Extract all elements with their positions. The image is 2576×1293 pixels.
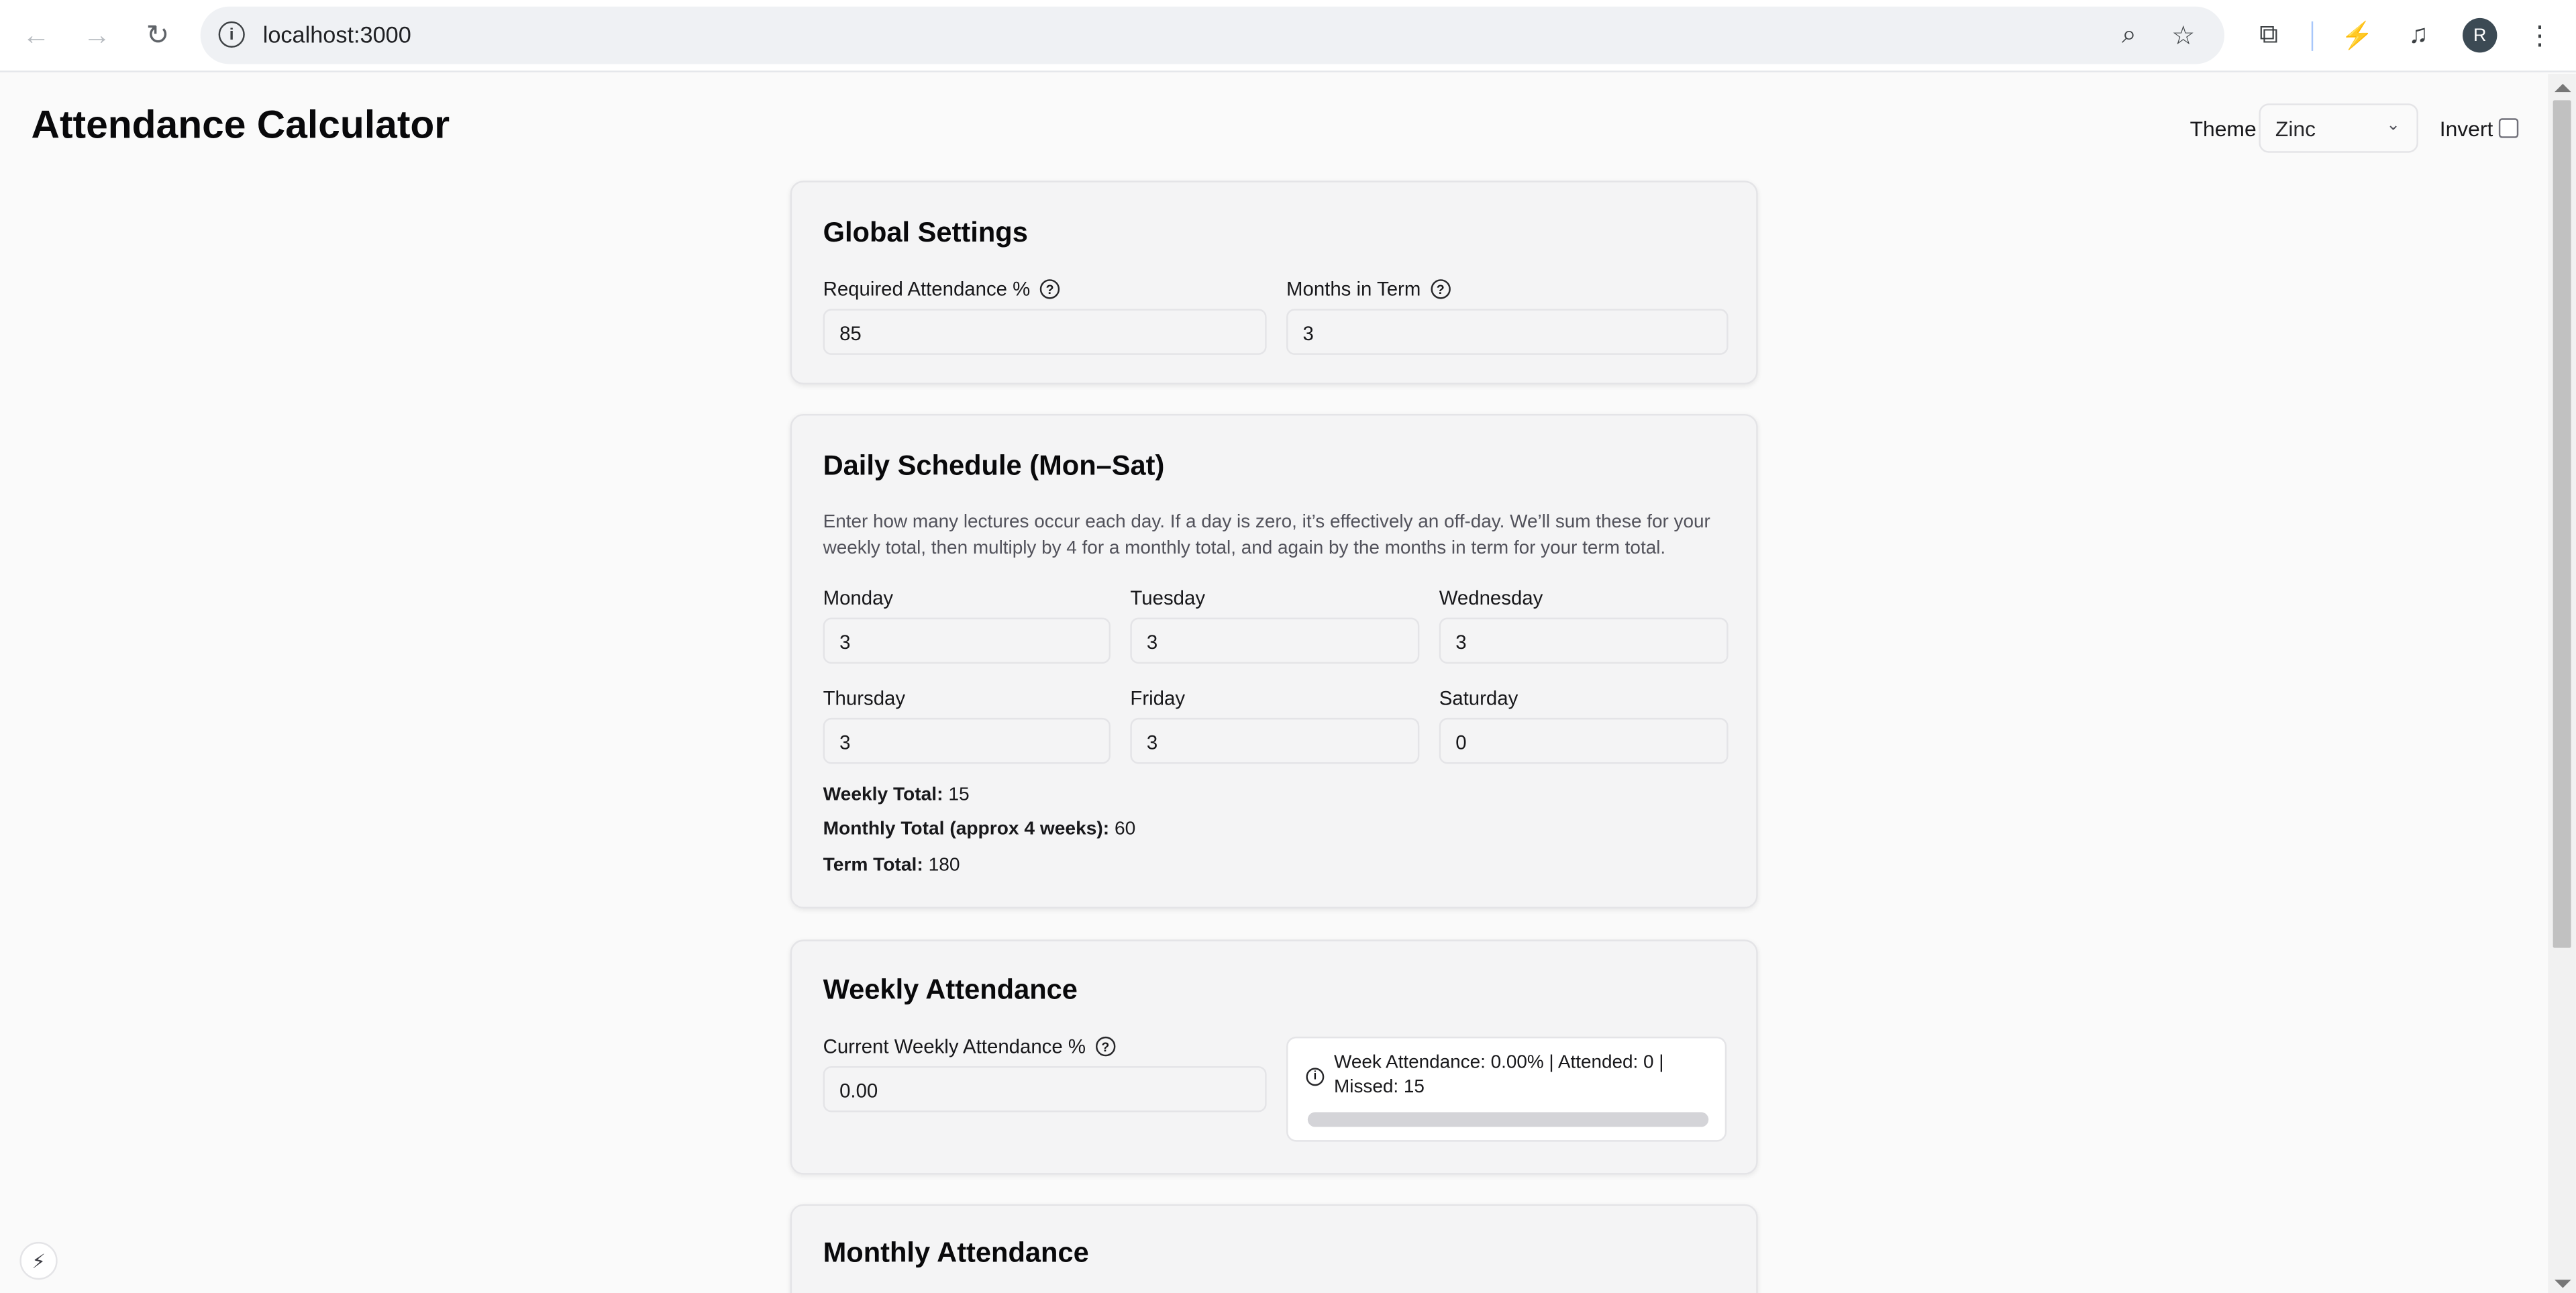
day-label-saturday: Saturday [1439,686,1518,710]
chevron-down-icon: ⌄ [2386,116,2400,135]
monthly-total-value: 60 [1115,819,1136,840]
zoom-icon[interactable]: ⌕ [2113,19,2146,52]
url-text[interactable]: localhost:3000 [263,21,411,48]
term-total: Term Total: 180 [823,856,960,876]
term-total-label: Term Total: [823,856,923,876]
scrollbar-thumb[interactable] [2553,100,2571,948]
back-arrow-icon[interactable]: ← [18,18,54,54]
media-controls-icon[interactable]: ♫ [2400,18,2436,54]
bookmark-star-icon[interactable]: ☆ [2167,19,2200,52]
profile-avatar[interactable]: R [2463,17,2497,53]
day-input-wednesday[interactable]: 3 [1439,617,1729,664]
day-label-monday: Monday [823,586,894,610]
weekly-total: Weekly Total: 15 [823,785,970,805]
months-in-term-label-group: Months in Term ? [1286,277,1451,301]
day-input-tuesday[interactable]: 3 [1130,617,1420,664]
daily-schedule-card: Daily Schedule (Mon–Sat) Enter how many … [790,413,1758,909]
required-attendance-input[interactable]: 85 [823,309,1267,355]
scroll-up-arrow-icon[interactable] [2555,83,2571,93]
browser-toolbar: ← → ↻ i localhost:3000 ⌕ ☆ ⧉ ⚡ ♫ R ⋮ [0,0,2576,72]
monthly-attendance-title: Monthly Attendance [823,1237,1089,1269]
current-weekly-attendance-input[interactable]: 0.00 [823,1066,1267,1113]
forward-arrow-icon[interactable]: → [79,18,115,54]
reload-icon[interactable]: ↻ [140,18,176,54]
day-label-tuesday: Tuesday [1130,586,1206,610]
day-label-wednesday: Wednesday [1439,586,1543,610]
theme-select-value: Zinc [2275,116,2316,142]
monthly-total: Monthly Total (approx 4 weeks): 60 [823,820,1136,839]
theme-label: Theme [2189,116,2257,142]
address-bar[interactable]: i localhost:3000 ⌕ ☆ [200,6,2224,64]
weekly-attendance-title: Weekly Attendance [823,974,1078,1006]
performance-icon[interactable]: ⚡ [2339,18,2375,54]
weekly-attendance-progress [1307,1112,1709,1127]
day-input-saturday[interactable]: 0 [1439,717,1729,764]
info-circle-icon: i [1306,1068,1325,1086]
term-total-value: 180 [928,856,960,876]
extensions-icon[interactable]: ⧉ [2251,18,2287,54]
day-input-monday[interactable]: 3 [823,617,1111,664]
daily-schedule-title: Daily Schedule (Mon–Sat) [823,450,1165,482]
scroll-down-arrow-icon[interactable] [2555,1280,2571,1288]
lightning-icon[interactable]: ⚡︎ [19,1241,58,1280]
weekly-attendance-card: Weekly Attendance Current Weekly Attenda… [790,939,1758,1175]
months-in-term-input[interactable]: 3 [1286,309,1729,355]
page-scrollbar[interactable] [2548,74,2576,1293]
weekly-total-label: Weekly Total: [823,785,943,805]
months-in-term-label: Months in Term [1286,277,1421,301]
day-label-thursday: Thursday [823,686,906,710]
day-label-friday: Friday [1130,686,1186,710]
help-circle-icon[interactable]: ? [1431,279,1451,299]
current-weekly-attendance-label: Current Weekly Attendance % [823,1035,1086,1058]
theme-select[interactable]: Zinc ⌄ [2259,103,2418,153]
page-title: Attendance Calculator [31,103,450,148]
weekly-attendance-summary-text: Week Attendance: 0.00% | Attended: 0 | M… [1334,1053,1664,1098]
monthly-total-label: Monthly Total (approx 4 weeks): [823,819,1110,840]
global-settings-card: Global Settings Required Attendance % ? … [790,180,1758,384]
help-circle-icon[interactable]: ? [1095,1036,1116,1057]
toolbar-divider [2311,21,2314,51]
weekly-total-value: 15 [948,785,970,805]
site-info-icon[interactable]: i [218,21,245,48]
required-attendance-label-group: Required Attendance % ? [823,278,1060,301]
current-weekly-attendance-label-group: Current Weekly Attendance % ? [823,1035,1116,1058]
day-input-friday[interactable]: 3 [1130,717,1420,764]
weekly-attendance-summary: i Week Attendance: 0.00% | Attended: 0 |… [1286,1036,1727,1142]
help-circle-icon[interactable]: ? [1040,279,1060,299]
invert-checkbox[interactable] [2498,118,2519,138]
monthly-attendance-card: Monthly Attendance [790,1204,1758,1293]
required-attendance-label: Required Attendance % [823,277,1031,301]
daily-schedule-description: Enter how many lectures occur each day. … [823,512,1710,558]
global-settings-title: Global Settings [823,217,1028,248]
browser-menu-icon[interactable]: ⋮ [2522,18,2558,54]
day-input-thursday[interactable]: 3 [823,717,1111,764]
invert-label: Invert [2439,116,2493,142]
